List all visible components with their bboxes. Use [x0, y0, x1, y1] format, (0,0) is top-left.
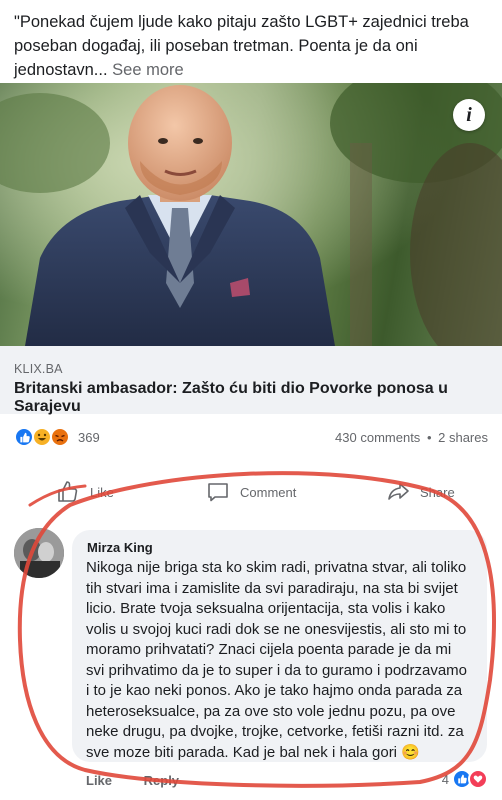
reaction-count[interactable]: 369: [78, 430, 100, 445]
comment-like-button[interactable]: Like: [86, 773, 112, 788]
stats-separator: •: [426, 430, 432, 445]
share-button[interactable]: Share: [386, 480, 455, 504]
reactions-summary: 369 430 comments • 2 shares: [0, 424, 502, 452]
comment-button[interactable]: Comment: [206, 480, 296, 504]
like-label: Like: [90, 484, 114, 500]
link-preview-card[interactable]: KLIX.BA Britanski ambasador: Zašto ću bi…: [0, 346, 502, 416]
info-icon[interactable]: i: [453, 99, 485, 131]
comment-text: Nikoga nije briga sta ko skim radi, priv…: [86, 559, 468, 761]
haha-icon[interactable]: [32, 427, 52, 447]
avatar[interactable]: [14, 528, 64, 578]
share-icon: [388, 483, 409, 500]
thumbs-up-icon: [58, 481, 78, 502]
angry-icon[interactable]: [50, 427, 70, 447]
commenter-photo: [14, 528, 64, 578]
comment-reply-button[interactable]: Reply: [144, 773, 179, 788]
love-icon: [468, 769, 488, 789]
post-action-bar: Like Comment Share: [0, 472, 502, 512]
comment-actions: Like Reply: [86, 773, 207, 788]
like-icon[interactable]: [14, 427, 34, 447]
post-text: "Ponekad čujem ljude kako pitaju zašto L…: [14, 10, 484, 82]
share-label: Share: [420, 484, 455, 500]
comment-author[interactable]: Mirza King: [87, 540, 473, 555]
comment-reaction-count: 4: [441, 771, 449, 787]
comment-reactions[interactable]: 4: [442, 769, 488, 789]
like-button[interactable]: Like: [56, 480, 114, 504]
see-more-link[interactable]: See more: [112, 61, 184, 79]
link-preview-image[interactable]: [0, 83, 502, 346]
link-source: KLIX.BA: [14, 362, 63, 376]
link-title[interactable]: Britanski ambasador: Zašto ću biti dio P…: [14, 380, 502, 416]
shares-count[interactable]: 2 shares: [438, 430, 488, 445]
comment-icon: [208, 483, 228, 502]
comments-count[interactable]: 430 comments: [335, 430, 420, 445]
comment-bubble: Mirza King Nikoga nije briga sta ko skim…: [72, 530, 487, 762]
comment-label: Comment: [240, 484, 297, 500]
post-text-content: "Ponekad čujem ljude kako pitaju zašto L…: [14, 13, 469, 79]
portrait-photo: [0, 83, 502, 346]
comment-share-stats: 430 comments • 2 shares: [335, 430, 488, 445]
